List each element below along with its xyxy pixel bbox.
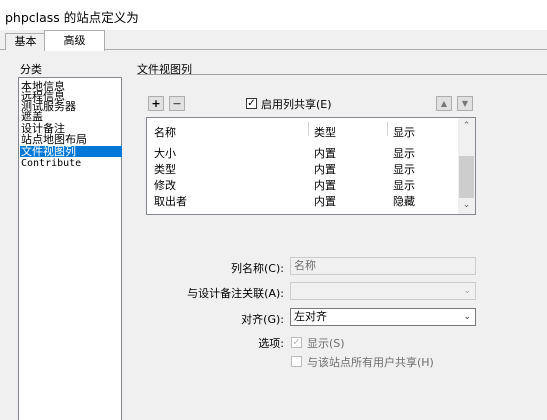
share-all-users-label: 与该站点所有用户共享(H)	[307, 356, 434, 369]
category-item-file-view-columns[interactable]: 文件视图列	[20, 146, 122, 157]
column-name-field[interactable]: 名称	[290, 257, 476, 275]
add-column-button[interactable]: +	[148, 96, 164, 111]
tab-basic[interactable]: 基本	[5, 33, 46, 50]
align-select[interactable]: 左对齐 ⌄	[290, 308, 476, 326]
cell-name: 修改	[154, 179, 176, 192]
align-value: 左对齐	[294, 310, 327, 323]
enable-sharing-checkbox[interactable]: ✓	[246, 98, 257, 109]
column-separator[interactable]	[387, 122, 388, 136]
cell-show: 显示	[393, 179, 415, 192]
cell-show: 隐藏	[393, 195, 415, 208]
chevron-down-icon: ⌄	[463, 312, 471, 322]
section-divider	[137, 74, 547, 75]
design-note-label: 与设计备注关联(A):	[187, 287, 284, 300]
share-all-users-checkbox[interactable]	[291, 356, 302, 367]
table-scrollbar[interactable]: ⌃ ⌄	[458, 118, 475, 214]
cell-type: 内置	[314, 147, 336, 160]
move-down-button[interactable]: ▼	[457, 96, 473, 111]
cell-name: 取出者	[154, 195, 187, 208]
cell-type: 内置	[314, 195, 336, 208]
show-label: 显示(S)	[307, 337, 345, 350]
header-name[interactable]: 名称	[154, 124, 176, 140]
move-up-button[interactable]: ▲	[436, 96, 452, 111]
options-label: 选项:	[258, 337, 284, 350]
columns-table[interactable]: 名称 类型 显示 大小 内置 显示 类型 内置 显示 修改 内置 显示 取出者 …	[146, 117, 476, 215]
remove-column-button[interactable]: −	[169, 96, 185, 111]
category-item-contribute[interactable]: Contribute	[21, 158, 81, 169]
align-label: 对齐(G):	[241, 313, 284, 326]
cell-show: 显示	[393, 147, 415, 160]
column-name-label: 列名称(C):	[231, 262, 284, 275]
scroll-down-icon[interactable]: ⌄	[458, 200, 475, 210]
category-item-cloaking[interactable]: 遮盖	[21, 111, 43, 122]
column-separator[interactable]	[308, 122, 309, 136]
category-list[interactable]: 本地信息 远程信息 测试服务器 遮盖 设计备注 站点地图布局 文件视图列 Con…	[18, 77, 122, 420]
category-item-site-map-layout[interactable]: 站点地图布局	[21, 134, 87, 145]
tab-advanced[interactable]: 高级	[44, 30, 105, 51]
scroll-up-icon[interactable]: ⌃	[458, 121, 475, 131]
cell-name: 大小	[154, 147, 176, 160]
design-note-select[interactable]: ⌄	[290, 282, 476, 300]
cell-name: 类型	[154, 163, 176, 176]
cell-type: 内置	[314, 179, 336, 192]
cell-show: 显示	[393, 163, 415, 176]
cell-type: 内置	[314, 163, 336, 176]
scrollbar-thumb[interactable]	[459, 156, 474, 198]
enable-sharing-label: 启用列共享(E)	[261, 98, 332, 111]
header-show[interactable]: 显示	[393, 124, 415, 140]
show-checkbox[interactable]: ✓	[291, 337, 302, 348]
category-label: 分类	[20, 63, 42, 76]
window-title: phpclass 的站点定义为	[5, 10, 139, 25]
chevron-down-icon: ⌄	[463, 286, 471, 296]
header-type[interactable]: 类型	[314, 124, 336, 140]
